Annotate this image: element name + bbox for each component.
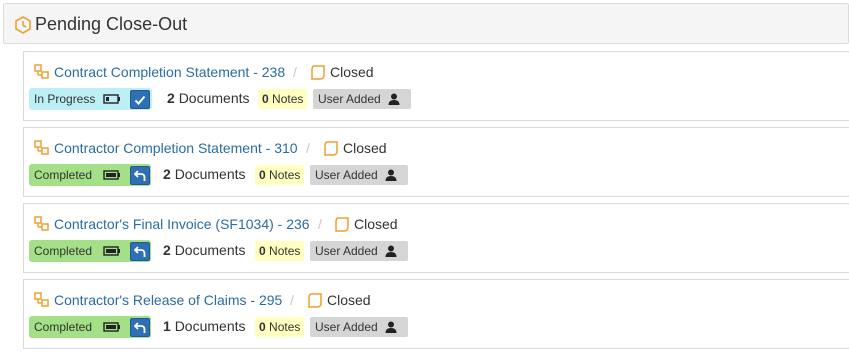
separator: / <box>290 292 294 308</box>
item-title-link[interactable]: Contractor's Release of Claims - 295 <box>54 292 282 308</box>
status-label: Completed <box>34 244 93 258</box>
battery-icon <box>103 94 120 104</box>
workflow-icon <box>34 216 49 231</box>
closed-status-icon <box>308 293 322 308</box>
closed-label: Closed <box>354 216 398 232</box>
list-item: Contractor's Release of Claims - 295 / C… <box>23 279 849 349</box>
closed-status-icon <box>335 217 349 232</box>
reopen-button[interactable] <box>130 318 150 337</box>
undo-icon <box>134 322 146 333</box>
clock-icon <box>15 16 31 34</box>
status-badge: Completed <box>29 164 151 186</box>
documents-count[interactable]: 1 Documents <box>163 318 246 334</box>
list-item: Contract Completion Statement - 238 / Cl… <box>23 51 849 121</box>
closed-label: Closed <box>330 64 374 80</box>
closed-label: Closed <box>327 292 371 308</box>
status-label: Completed <box>34 320 93 334</box>
user-added-badge: User Added <box>313 89 411 109</box>
reopen-button[interactable] <box>130 166 150 185</box>
user-icon <box>385 321 397 333</box>
separator: / <box>318 216 322 232</box>
battery-icon <box>103 170 120 180</box>
workflow-icon <box>34 140 49 155</box>
list-item: Contractor Completion Statement - 310 / … <box>23 127 849 197</box>
status-label: Completed <box>34 168 93 182</box>
status-badge: Completed <box>29 240 151 262</box>
user-added-badge: User Added <box>310 165 408 185</box>
documents-count[interactable]: 2 Documents <box>167 90 250 106</box>
user-added-badge: User Added <box>310 241 408 261</box>
separator: / <box>306 140 310 156</box>
item-title-link[interactable]: Contractor's Final Invoice (SF1034) - 23… <box>54 216 310 232</box>
battery-icon <box>103 246 120 256</box>
status-badge: In Progress <box>29 88 152 110</box>
documents-count[interactable]: 2 Documents <box>163 166 246 182</box>
separator: / <box>293 64 297 80</box>
closed-status-icon <box>324 141 338 156</box>
notes-badge[interactable]: 0 Notes <box>258 89 308 109</box>
documents-count[interactable]: 2 Documents <box>163 242 246 258</box>
undo-icon <box>134 246 146 257</box>
panel-title: Pending Close-Out <box>35 14 188 34</box>
workflow-icon <box>34 292 49 307</box>
approve-button[interactable] <box>130 90 150 109</box>
closed-status-icon <box>311 65 325 80</box>
reopen-button[interactable] <box>130 242 150 261</box>
user-icon <box>385 169 397 181</box>
status-badge: Completed <box>29 316 151 338</box>
item-title-link[interactable]: Contractor Completion Statement - 310 <box>54 140 298 156</box>
user-added-badge: User Added <box>310 317 408 337</box>
notes-badge[interactable]: 0 Notes <box>255 241 305 261</box>
user-icon <box>385 245 397 257</box>
notes-badge[interactable]: 0 Notes <box>255 317 305 337</box>
checkmark-icon <box>134 95 146 105</box>
undo-icon <box>134 170 146 181</box>
list-item: Contractor's Final Invoice (SF1034) - 23… <box>23 203 849 273</box>
panel-header: Pending Close-Out <box>3 3 849 44</box>
user-icon <box>388 93 400 105</box>
status-label: In Progress <box>34 92 96 106</box>
item-title-link[interactable]: Contract Completion Statement - 238 <box>54 64 285 80</box>
battery-icon <box>103 322 120 332</box>
notes-badge[interactable]: 0 Notes <box>255 165 305 185</box>
closed-label: Closed <box>343 140 387 156</box>
workflow-icon <box>34 64 49 79</box>
